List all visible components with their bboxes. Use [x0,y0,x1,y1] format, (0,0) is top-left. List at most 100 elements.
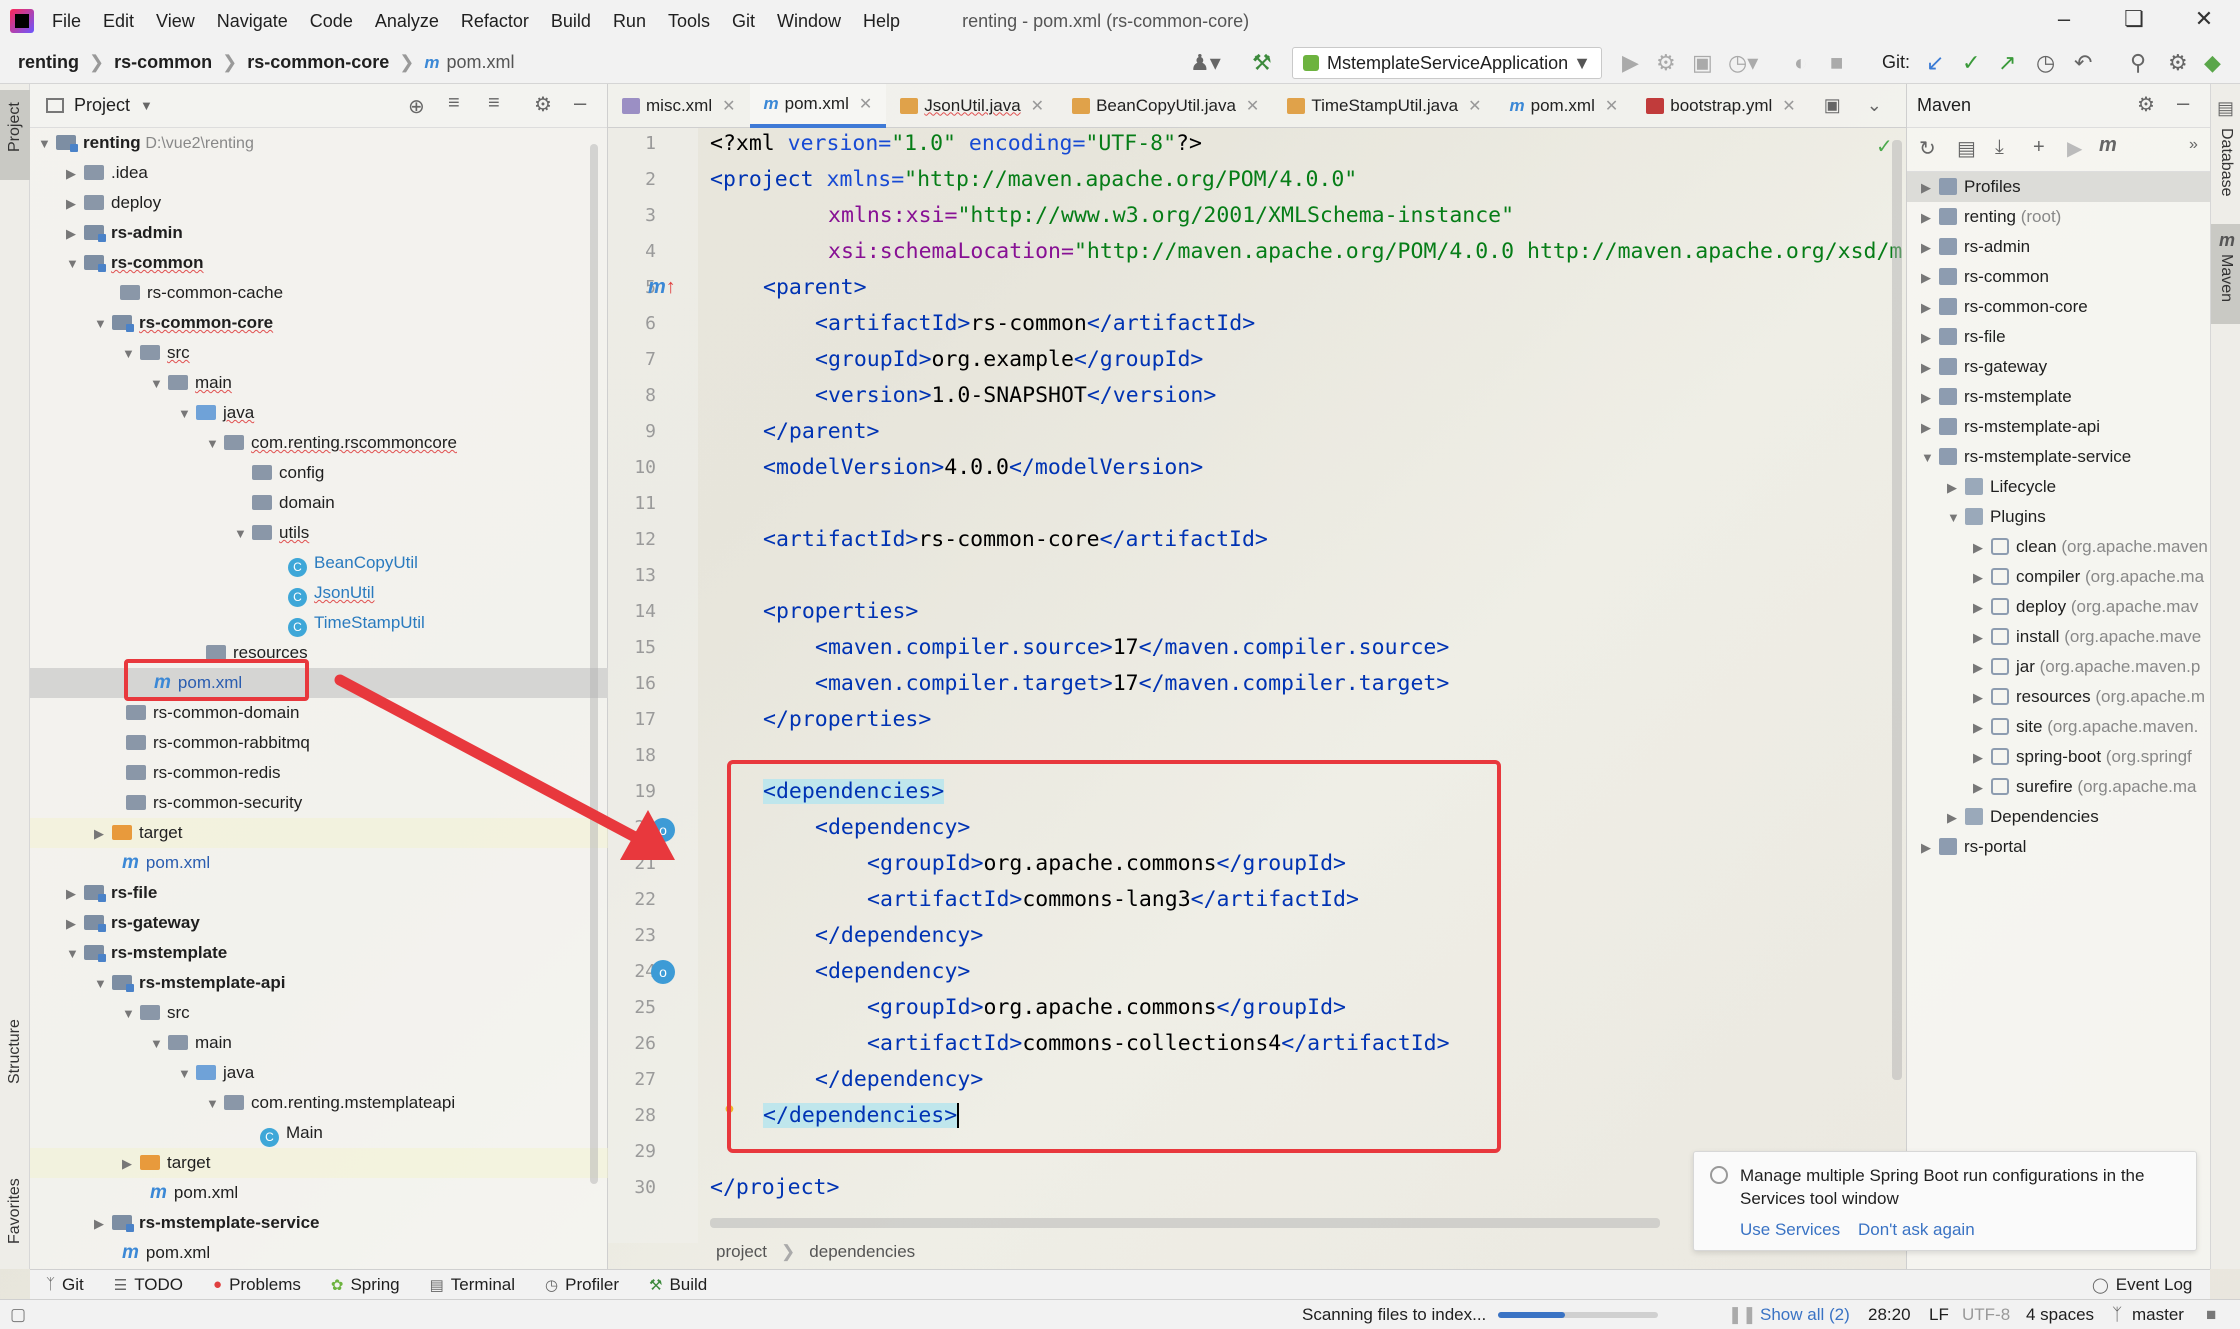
inspection-ok-icon[interactable]: ✓ [1876,134,1893,159]
maven-plugin-spring-boot[interactable]: ▶ spring-boot (org.springf [1907,742,2211,772]
close-icon[interactable]: ✕ [1605,96,1618,116]
maven-item-profiles[interactable]: ▶ Profiles [1907,172,2211,202]
structure-tool-label[interactable]: Structure [6,1019,24,1084]
chevron-down-icon[interactable]: ▼ [140,98,153,113]
spring-tool-button[interactable]: ✿ Spring [331,1275,400,1295]
tree-item-resources[interactable]: resources [30,638,608,668]
toolbox-icon[interactable]: ◆ [2204,50,2221,76]
git-push-icon[interactable]: ↗ [1998,50,2016,76]
breadcrumb-rs-common[interactable]: rs-common [114,52,212,73]
tree-item-src-api[interactable]: ▼ src [30,998,608,1028]
tree-item-java[interactable]: ▼ java [30,398,608,428]
close-icon[interactable]: ✕ [859,94,872,114]
more-icon[interactable]: » [2189,136,2198,154]
code-line-30[interactable]: </project> [710,1175,839,1200]
settings-gear-icon[interactable]: ⚙ [2137,92,2155,117]
maven-item-plugins[interactable]: ▼ Plugins [1907,502,2211,532]
tree-item-utils[interactable]: ▼ utils [30,518,608,548]
debug-icon[interactable]: ⚙ [1656,50,1676,76]
tree-item-package-rscommoncore[interactable]: ▼ com.renting.rscommoncore [30,428,608,458]
problems-tool-button[interactable]: ● Problems [213,1275,301,1295]
file-encoding[interactable]: UTF-8 [1962,1305,2010,1325]
tab-pom-xml-2[interactable]: m pom.xml ✕ [1495,84,1632,128]
tree-item-rs-common-cache[interactable]: rs-common-cache [30,278,608,308]
editor-crumb-project[interactable]: project [716,1242,767,1262]
menu-analyze[interactable]: Analyze [375,11,439,32]
close-icon[interactable]: ✕ [722,96,735,116]
todo-tool-button[interactable]: ☰ TODO [114,1275,183,1295]
maven-item-rs-mstemplate[interactable]: ▶ rs-mstemplate [1907,382,2211,412]
code-line-9[interactable]: </parent> [763,419,880,444]
maven-plugin-site[interactable]: ▶ site (org.apache.maven. [1907,712,2211,742]
user-icon[interactable]: ♟▾ [1190,50,1221,76]
tool-windows-icon[interactable]: ▢ [10,1305,26,1325]
terminal-tool-button[interactable]: ▤ Terminal [430,1275,515,1295]
menu-navigate[interactable]: Navigate [217,11,288,32]
add-folder-icon[interactable]: ▤ [1957,136,1976,161]
download-icon[interactable]: ⤓ [1995,136,2004,159]
hide-panel-icon[interactable]: – [2177,90,2189,116]
tree-item-domain[interactable]: domain [30,488,608,518]
tab-timestamputil-java[interactable]: TimeStampUtil.java ✕ [1273,84,1495,128]
git-update-icon[interactable]: ↙ [1926,50,1944,76]
restore-icon[interactable]: ❏ [2114,6,2154,32]
maven-item-rs-file[interactable]: ▶ rs-file [1907,322,2211,352]
menu-view[interactable]: View [156,11,195,32]
breadcrumb-renting[interactable]: renting [18,52,79,73]
tree-item-rs-file[interactable]: ▶ rs-file [30,878,608,908]
line-separator[interactable]: LF [1929,1305,1949,1325]
editor-scrollbar[interactable] [1892,140,1902,1080]
code-line-8[interactable]: <version>1.0-SNAPSHOT</version> [815,383,1216,408]
tree-item-pom-xml-mstemplate[interactable]: m pom.xml [30,1238,608,1268]
build-tool-button[interactable]: ⚒ Build [649,1275,707,1295]
menu-git[interactable]: Git [732,11,755,32]
git-tool-button[interactable]: ᛉ Git [46,1275,84,1295]
maven-tool-label[interactable]: Maven [2217,254,2235,302]
tree-item-deploy[interactable]: ▶ deploy [30,188,608,218]
tree-item-target-api[interactable]: ▶ target [30,1148,608,1178]
project-panel-title[interactable]: Project [74,95,130,116]
code-line-16[interactable]: <maven.compiler.target>17</maven.compile… [815,671,1449,696]
tree-item-main[interactable]: ▼ main [30,368,608,398]
tree-item-pom-xml-api[interactable]: m pom.xml [30,1178,608,1208]
close-icon[interactable]: ✕ [1468,96,1481,116]
use-services-link[interactable]: Use Services [1740,1220,1840,1240]
menu-refactor[interactable]: Refactor [461,11,529,32]
tab-jsonutil-java[interactable]: JsonUtil.java ✕ [886,84,1058,128]
tree-item-rs-mstemplate-api[interactable]: ▼ rs-mstemplate-api [30,968,608,998]
add-icon[interactable]: + [2033,136,2045,159]
tree-item-main-class[interactable]: C Main [30,1118,608,1148]
pause-icon[interactable]: ❚❚ [1728,1305,1757,1325]
run-configuration-select[interactable]: MstemplateServiceApplication ▼ [1292,47,1602,79]
coverage-icon[interactable]: ▣ [1692,50,1713,76]
maven-plugin-compiler[interactable]: ▶ compiler (org.apache.ma [1907,562,2211,592]
tree-item-package-mstemplateapi[interactable]: ▼ com.renting.mstemplateapi [30,1088,608,1118]
lock-icon[interactable]: ■ [2206,1305,2216,1325]
code-line-14[interactable]: <properties> [763,599,918,624]
minimize-icon[interactable]: – [2044,6,2084,32]
menu-help[interactable]: Help [863,11,900,32]
maven-item-renting[interactable]: ▶ renting (root) [1907,202,2211,232]
menu-build[interactable]: Build [551,11,591,32]
settings-gear-icon[interactable]: ⚙ [534,92,552,117]
tree-item-jsonutil[interactable]: C JsonUtil [30,578,608,608]
tab-misc-xml[interactable]: misc.xml ✕ [608,84,750,128]
show-all-link[interactable]: Show all (2) [1760,1305,1850,1325]
history-icon[interactable]: ◷ [2036,50,2055,76]
tree-item-rs-common[interactable]: ▼ rs-common [30,248,608,278]
maven-item-rs-mstemplate-api[interactable]: ▶ rs-mstemplate-api [1907,412,2211,442]
code-line-2[interactable]: <project xmlns="http://maven.apache.org/… [710,167,1357,192]
maven-item-rs-common[interactable]: ▶ rs-common [1907,262,2211,292]
maven-item-rs-gateway[interactable]: ▶ rs-gateway [1907,352,2211,382]
favorites-tool-label[interactable]: Favorites [6,1178,24,1244]
git-commit-icon[interactable]: ✓ [1962,50,1980,76]
collapse-all-icon[interactable]: ≡ [488,92,500,115]
caret-position[interactable]: 28:20 [1868,1305,1911,1325]
tree-item-idea[interactable]: ▶ .idea [30,158,608,188]
tree-item-java-api[interactable]: ▼ java [30,1058,608,1088]
indent-setting[interactable]: 4 spaces [2026,1305,2094,1325]
code-line-12[interactable]: <artifactId>rs-common-core</artifactId> [763,527,1268,552]
tree-item-renting[interactable]: ▼ renting D:\vue2\renting [30,128,608,158]
code-line-3[interactable]: xmlns:xsi="http://www.w3.org/2001/XMLSch… [828,203,1514,228]
database-icon[interactable]: ▤ [2217,98,2234,119]
